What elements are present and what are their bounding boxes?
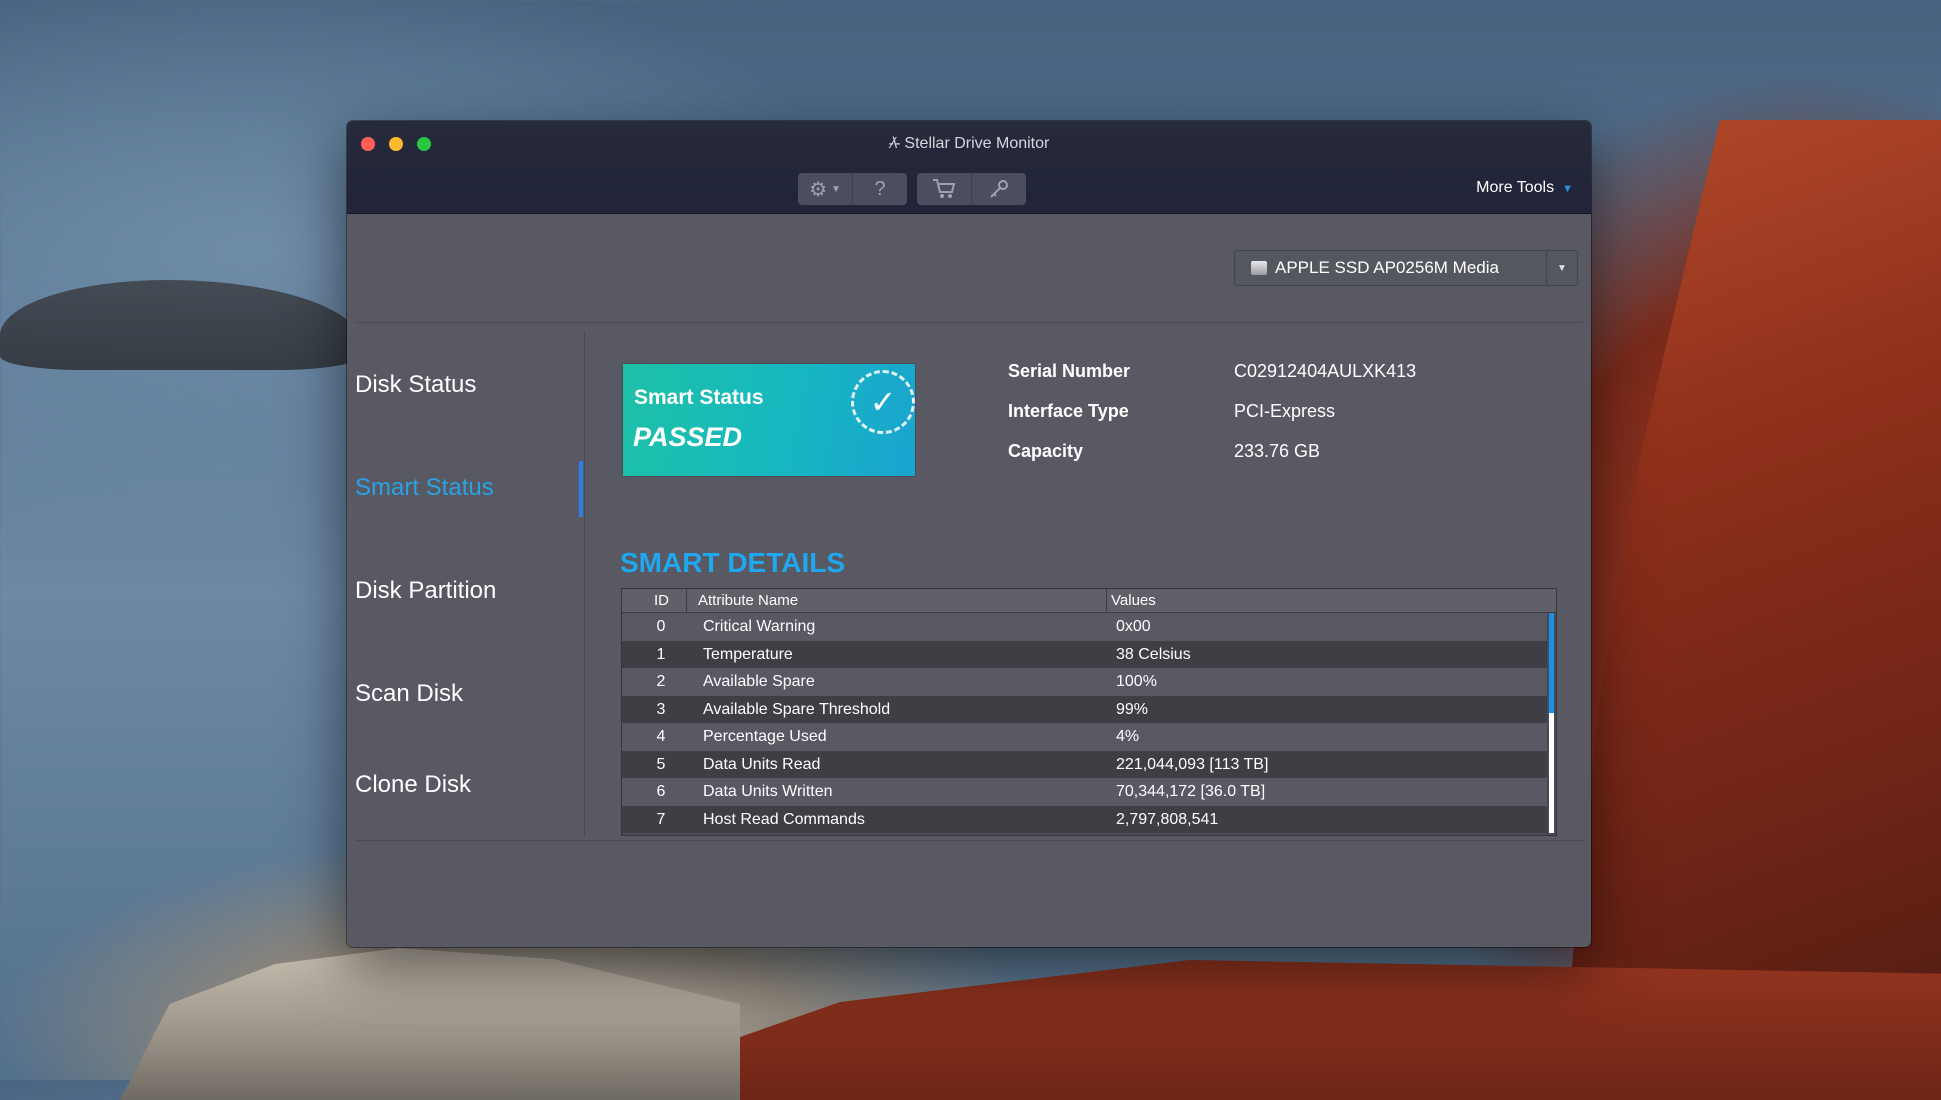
table-header: ID Attribute Name Values xyxy=(622,589,1556,613)
wallpaper-rocks-left xyxy=(0,280,360,370)
row-attribute-name: Host Read Commands xyxy=(703,810,865,828)
row-attribute-name: Data Units Written xyxy=(703,783,833,800)
table-row[interactable]: 1 Temperature 38 Celsius xyxy=(622,640,1547,668)
row-attribute-name: Critical Warning xyxy=(703,618,816,635)
row-value: 2,797,808,541 xyxy=(1116,810,1219,828)
row-value: 38 Celsius xyxy=(1116,645,1191,663)
row-attribute-name: Available Spare xyxy=(703,673,815,690)
pulse-icon: -⁄\- xyxy=(888,135,901,152)
column-header-attribute-name[interactable]: Attribute Name xyxy=(698,592,798,609)
table-row[interactable]: 7 Host Read Commands 2,797,808,541 xyxy=(622,805,1547,833)
divider xyxy=(355,322,1583,323)
capacity-label: Capacity xyxy=(1008,441,1084,461)
key-icon xyxy=(990,180,1008,198)
row-id: 0 xyxy=(656,618,666,635)
smart-details-title: SMART DETAILS xyxy=(620,547,846,578)
row-id: 2 xyxy=(656,673,666,690)
disk-selector-value: APPLE SSD AP0256M Media xyxy=(1275,258,1499,277)
disk-selector[interactable]: APPLE SSD AP0256M Media ▼ xyxy=(1234,250,1578,286)
drive-icon xyxy=(1251,261,1267,275)
scrollbar-thumb[interactable] xyxy=(1549,613,1554,713)
row-value: 99% xyxy=(1116,700,1149,718)
smart-status-label: Smart Status xyxy=(634,386,764,409)
cart-button[interactable] xyxy=(917,173,972,205)
table-row[interactable]: 0 Critical Warning 0x00 xyxy=(622,613,1547,641)
row-attribute-name: Percentage Used xyxy=(703,728,827,745)
smart-status-result: PASSED xyxy=(633,422,743,452)
smart-status-card: Smart Status PASSED ✓ xyxy=(623,364,915,476)
table-scrollbar[interactable] xyxy=(1549,613,1554,833)
sidebar-item-disk-partition[interactable]: Disk Partition xyxy=(355,577,496,605)
table-body: 0 Critical Warning 0x00 1 Temperature 38 Cel… xyxy=(622,613,1547,833)
toolbar: ⚙ ▼ ? xyxy=(798,173,1026,205)
sidebar-item-smart-status[interactable]: Smart Status xyxy=(355,474,494,502)
settings-button[interactable]: ⚙ ▼ xyxy=(798,173,853,205)
divider xyxy=(355,840,1583,841)
sidebar-divider xyxy=(584,331,585,837)
row-id: 3 xyxy=(656,700,666,718)
wallpaper-cliff xyxy=(1560,120,1941,1080)
wallpaper-hillside xyxy=(560,960,1941,1100)
wallpaper-rocks-bottom xyxy=(120,948,740,1100)
row-id: 6 xyxy=(656,783,666,800)
gear-icon: ⚙ xyxy=(809,178,828,201)
toolbar-group-settings-help: ⚙ ▼ ? xyxy=(798,173,907,205)
row-id: 1 xyxy=(656,645,666,663)
more-tools-label: More Tools xyxy=(1476,179,1555,196)
interface-type-label: Interface Type xyxy=(1008,401,1129,421)
row-value: 221,044,093 [113 TB] xyxy=(1116,755,1269,773)
row-value: 4% xyxy=(1116,728,1140,745)
help-button[interactable]: ? xyxy=(853,173,907,205)
interface-type-value: PCI-Express xyxy=(1234,401,1336,421)
window-title: -⁄\- Stellar Drive Monitor xyxy=(347,135,1591,153)
column-separator xyxy=(1106,589,1107,612)
column-separator xyxy=(686,589,687,612)
table-row[interactable]: 6 Data Units Written 70,344,172 [36.0 TB] xyxy=(622,778,1547,806)
capacity-value: 233.76 GB xyxy=(1234,441,1321,461)
sidebar-item-scan-disk[interactable]: Scan Disk xyxy=(355,680,463,708)
row-attribute-name: Data Units Read xyxy=(703,755,821,773)
checkmark-icon: ✓ xyxy=(851,370,915,434)
chevron-down-icon: ▼ xyxy=(831,183,841,195)
row-id: 5 xyxy=(656,755,666,773)
app-window: -⁄\- Stellar Drive Monitor ⚙ ▼ ? More To… xyxy=(347,121,1591,947)
sidebar-item-clone-disk[interactable]: Clone Disk xyxy=(355,771,471,799)
window-title-text: Stellar Drive Monitor xyxy=(904,135,1050,152)
row-value: 100% xyxy=(1116,673,1157,690)
row-id: 4 xyxy=(656,728,666,745)
active-nav-indicator xyxy=(579,461,583,517)
toolbar-group-store xyxy=(917,173,1026,205)
row-value: 0x00 xyxy=(1116,618,1151,635)
table-row[interactable]: 5 Data Units Read 221,044,093 [113 TB] xyxy=(622,750,1547,778)
serial-number-value: C02912404AULXK413 xyxy=(1234,361,1417,381)
title-bar: -⁄\- Stellar Drive Monitor ⚙ ▼ ? More To… xyxy=(347,121,1591,214)
column-header-id[interactable]: ID xyxy=(654,592,669,609)
more-tools-menu[interactable]: More Tools ▼ xyxy=(1476,179,1573,197)
activate-key-button[interactable] xyxy=(972,173,1026,205)
table-row[interactable]: 3 Available Spare Threshold 99% xyxy=(622,695,1547,723)
row-attribute-name: Temperature xyxy=(703,645,793,663)
smart-details-table: ID Attribute Name Values 0 Critical Warni… xyxy=(621,588,1557,836)
table-row[interactable]: 2 Available Spare 100% xyxy=(622,668,1547,696)
sidebar-item-disk-status[interactable]: Disk Status xyxy=(355,371,476,399)
table-row[interactable]: 4 Percentage Used 4% xyxy=(622,723,1547,751)
help-icon: ? xyxy=(874,177,886,200)
cart-icon xyxy=(933,179,956,198)
row-attribute-name: Available Spare Threshold xyxy=(703,700,891,718)
chevron-down-icon: ▼ xyxy=(1562,183,1573,195)
column-header-values[interactable]: Values xyxy=(1111,592,1156,609)
row-value: 70,344,172 [36.0 TB] xyxy=(1116,783,1266,800)
row-id: 7 xyxy=(656,810,666,828)
serial-number-label: Serial Number xyxy=(1008,361,1131,381)
chevron-down-icon[interactable]: ▼ xyxy=(1546,251,1577,285)
